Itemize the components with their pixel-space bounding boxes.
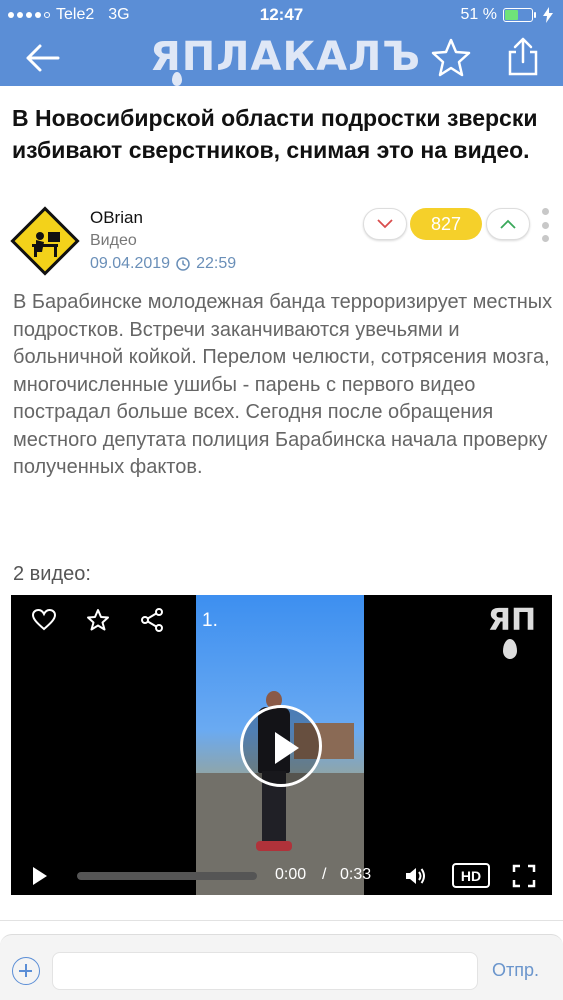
app-header: Tele2 3G 12:47 51 % ЯПЛАКАЛЪ bbox=[0, 0, 563, 86]
status-right: 51 % bbox=[461, 6, 553, 24]
add-attachment-button[interactable] bbox=[12, 957, 40, 985]
star-outline-icon bbox=[431, 38, 471, 77]
share-button[interactable] bbox=[502, 36, 544, 78]
star-icon bbox=[87, 609, 109, 631]
volume-button[interactable] bbox=[404, 864, 428, 888]
watermark-drop-icon bbox=[503, 639, 517, 659]
video-count-label: 2 видео: bbox=[13, 563, 91, 585]
logo-drop-icon bbox=[172, 72, 182, 86]
heart-icon bbox=[31, 608, 57, 631]
status-bar: Tele2 3G 12:47 51 % bbox=[0, 0, 563, 30]
time-separator: / bbox=[322, 866, 327, 883]
post-datetime: 09.04.2019 22:59 bbox=[90, 255, 236, 273]
site-logo[interactable]: ЯПЛАКАЛЪ bbox=[150, 34, 420, 86]
video-player[interactable]: 1. ЯП 0:00 / 0:33 HD bbox=[11, 595, 552, 895]
fullscreen-button[interactable] bbox=[512, 864, 536, 888]
quality-button[interactable]: HD bbox=[452, 863, 490, 888]
post-time: 22:59 bbox=[196, 255, 237, 272]
post-meta: OBrian Видео 09.04.2019 22:59 827 bbox=[10, 206, 555, 276]
vote-up-button[interactable] bbox=[486, 208, 530, 240]
comment-composer: Отпр. bbox=[0, 934, 563, 1000]
author-name[interactable]: OBrian bbox=[90, 208, 143, 228]
back-button[interactable] bbox=[22, 38, 62, 78]
share-nodes-icon bbox=[141, 608, 163, 632]
video-share-button[interactable] bbox=[139, 607, 165, 633]
charging-bolt-icon bbox=[543, 7, 553, 23]
battery-percent: 51 % bbox=[460, 6, 497, 23]
clock-icon bbox=[176, 257, 190, 271]
post-title: В Новосибирской области подростки зверск… bbox=[12, 105, 538, 163]
post-category[interactable]: Видео bbox=[90, 232, 137, 250]
play-icon bbox=[33, 867, 47, 885]
watermark-text: ЯП bbox=[487, 603, 537, 638]
battery-icon bbox=[503, 8, 536, 22]
video-controls: 0:00 / 0:33 HD bbox=[11, 857, 552, 895]
vote-down-button[interactable] bbox=[363, 208, 407, 240]
total-time: 0:33 bbox=[340, 866, 372, 883]
post-date: 09.04.2019 bbox=[90, 255, 171, 272]
video-watermark: ЯП bbox=[481, 603, 543, 659]
share-upload-icon bbox=[508, 37, 538, 76]
arrow-left-icon bbox=[26, 44, 60, 72]
video-progress-bar[interactable] bbox=[77, 872, 257, 880]
comment-input[interactable] bbox=[52, 952, 478, 990]
avatar[interactable] bbox=[10, 206, 80, 276]
rating-badge: 827 bbox=[410, 208, 482, 240]
post-body: В Барабинске молодежная банда терроризир… bbox=[13, 291, 553, 478]
current-time: 0:00 bbox=[275, 866, 307, 883]
send-button[interactable]: Отпр. bbox=[492, 960, 539, 981]
more-options-icon[interactable] bbox=[540, 208, 550, 242]
fullscreen-icon bbox=[512, 864, 536, 888]
video-index-label: 1. bbox=[202, 610, 218, 631]
chevron-down-icon bbox=[377, 219, 393, 229]
logo-text: ЯПЛАКАЛЪ bbox=[150, 34, 421, 80]
video-like-button[interactable] bbox=[31, 607, 57, 633]
avatar-warning-sign-icon bbox=[10, 206, 80, 276]
video-favorite-button[interactable] bbox=[85, 607, 111, 633]
play-button[interactable] bbox=[31, 866, 49, 886]
section-divider bbox=[0, 920, 563, 921]
big-play-button[interactable] bbox=[240, 705, 322, 787]
navigation-bar: ЯПЛАКАЛЪ bbox=[0, 30, 563, 86]
chevron-up-icon bbox=[500, 219, 516, 229]
speaker-icon bbox=[406, 868, 425, 884]
favorite-button[interactable] bbox=[430, 36, 472, 78]
